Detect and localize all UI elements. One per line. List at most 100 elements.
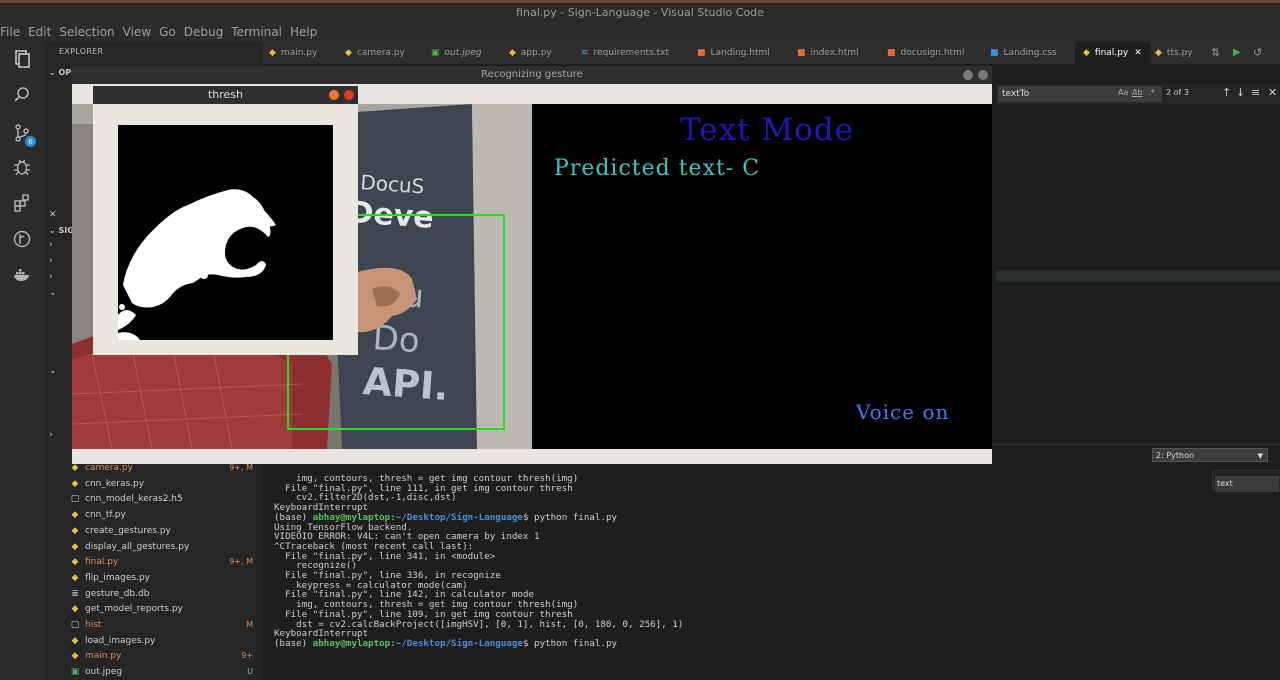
python-icon: ◆ — [71, 635, 79, 646]
debug-icon[interactable] — [11, 156, 33, 178]
terminal-output[interactable]: img, contours, thresh = get img contour … — [274, 474, 1194, 680]
menu-selection[interactable]: Selection — [55, 23, 118, 42]
terminal-line: (base) abhay@mylaptop:~/Desktop/Sign-Lan… — [274, 639, 1194, 649]
chevron-right-icon[interactable]: › — [49, 256, 53, 266]
thresh-window: thresh — [93, 86, 358, 355]
minimize-button[interactable] — [329, 90, 339, 100]
tab-main-py[interactable]: ◆ main.py — [269, 42, 317, 64]
tab-landing-html[interactable]: ■ Landing.html — [697, 42, 770, 64]
svg-text:DocuS: DocuS — [360, 170, 426, 198]
chevron-down-icon[interactable]: ⌄ — [49, 288, 57, 298]
file-item[interactable]: ◆ main.py 9+ — [45, 648, 263, 664]
file-item[interactable]: ◆ cnn_keras.py — [45, 476, 263, 492]
python-icon: ◆ — [509, 48, 516, 58]
git-history-icon[interactable] — [11, 228, 33, 250]
tab-label: tts.py — [1166, 48, 1193, 58]
python-icon: ◆ — [71, 510, 79, 521]
python-icon: ◆ — [71, 525, 79, 536]
file-status: M — [246, 620, 253, 629]
image-icon: ▣ — [70, 667, 80, 678]
python-icon: ◆ — [1155, 48, 1162, 58]
file-item[interactable]: ◆ create_gestures.py — [45, 523, 263, 539]
minimize-button[interactable] — [963, 70, 973, 80]
close-button[interactable] — [344, 90, 354, 100]
tab-index-html[interactable]: ■ index.html — [797, 42, 859, 64]
menu-view[interactable]: View — [119, 23, 155, 42]
chevron-right-icon[interactable]: › — [49, 240, 53, 250]
file-item[interactable]: ▣ out.jpeg U — [45, 664, 263, 680]
terminal-find-input[interactable] — [1215, 475, 1279, 492]
python-icon: ◆ — [71, 541, 79, 552]
file-item[interactable]: ◆ display_all_gestures.py — [45, 539, 263, 555]
terminal-line: (base) abhay@mylaptop:~/Desktop/Sign-Lan… — [274, 511, 1194, 523]
thresh-window-title: thresh — [93, 86, 358, 104]
menu-help[interactable]: Help — [286, 23, 321, 42]
find-in-selection-icon[interactable]: ≡ — [1251, 86, 1260, 99]
menu-go[interactable]: Go — [155, 23, 180, 42]
file-item[interactable]: ▢ hist M — [45, 617, 263, 633]
source-control-icon[interactable]: 6 — [11, 122, 36, 147]
python-icon: ◆ — [269, 48, 276, 58]
file-name: get_model_reports.py — [85, 604, 183, 615]
menu-terminal[interactable]: Terminal — [227, 23, 286, 42]
file-name: flip_images.py — [85, 572, 151, 583]
file-name: load_images.py — [85, 635, 156, 646]
docker-icon[interactable] — [11, 264, 33, 286]
close-icon[interactable]: ✕ — [1268, 86, 1277, 99]
match-case-toggle[interactable]: Aa — [1118, 88, 1128, 97]
tab-landing-css[interactable]: ■ Landing.css — [990, 42, 1057, 64]
terminal-selector[interactable]: 2: Python ▼ — [1152, 448, 1268, 462]
chevron-right-icon[interactable]: › — [49, 272, 53, 282]
tab-label: docusign.html — [900, 48, 965, 58]
git-compare-icon[interactable]: ↺ — [1253, 42, 1262, 64]
prompt-command: $ python final.py — [522, 511, 618, 523]
explorer-title: EXPLORER — [59, 47, 104, 56]
close-button[interactable] — [978, 70, 988, 80]
file-icon: ▢ — [70, 620, 80, 630]
chevron-down-icon: ⌄ — [49, 226, 56, 235]
file-item[interactable]: ≣ gesture_db.db — [45, 586, 263, 602]
close-icon[interactable]: ✕ — [1134, 42, 1142, 64]
tab-docusign-html[interactable]: ■ docusign.html — [887, 42, 964, 64]
files-icon[interactable] — [11, 48, 33, 70]
file-item[interactable]: ◆ cnn_tf.py — [45, 507, 263, 523]
file-item[interactable]: ◆ get_model_reports.py — [45, 601, 263, 617]
close-icon[interactable]: ✕ — [49, 210, 57, 220]
menu-edit[interactable]: Edit — [24, 23, 55, 42]
project-header[interactable]: ⌄ SIG — [49, 226, 74, 235]
database-icon: ≣ — [71, 588, 79, 599]
file-item[interactable]: ◆ flip_images.py — [45, 570, 263, 586]
compare-icon[interactable]: ⇅ — [1211, 42, 1220, 64]
chevron-right-icon[interactable]: › — [49, 430, 53, 440]
voice-status: Voice on — [856, 400, 950, 424]
activity-bar: 6 — [0, 42, 45, 680]
arrow-up-icon[interactable]: ↑ — [1222, 86, 1231, 99]
tab-final-py[interactable]: ◆ final.py ✕ — [1075, 42, 1150, 64]
regex-toggle[interactable]: .* — [1148, 88, 1155, 97]
chevron-down-icon[interactable]: ⌄ — [49, 366, 57, 376]
file-name: out.jpeg — [85, 667, 123, 678]
run-icon[interactable]: ▶ — [1233, 42, 1241, 64]
python-icon: ◆ — [1083, 48, 1090, 58]
tab-out-jpeg[interactable]: ▣ out.jpeg — [431, 42, 482, 64]
tab-tts-py[interactable]: ◆ tts.py — [1155, 42, 1193, 64]
tab-requirements-txt[interactable]: ≡ requirements.txt — [581, 42, 669, 64]
file-name: create_gestures.py — [85, 525, 171, 536]
current-line-highlight — [996, 270, 1280, 282]
menu-file[interactable]: File — [0, 23, 24, 42]
tab-app-py[interactable]: ◆ app.py — [509, 42, 552, 64]
menu-debug[interactable]: Debug — [180, 23, 227, 42]
prompt-prefix: (base) — [274, 637, 313, 649]
terminal-line: File "final.py", line 341, in <module> — [274, 550, 496, 562]
file-item[interactable]: ◆ final.py 9+, M — [45, 554, 263, 570]
file-item[interactable]: ▢ cnn_model_keras2.h5 — [45, 491, 263, 507]
tab-camera-py[interactable]: ◆ camera.py — [345, 42, 405, 64]
file-name: hist — [85, 620, 102, 630]
file-item[interactable]: ◆ load_images.py — [45, 633, 263, 649]
arrow-down-icon[interactable]: ↓ — [1236, 86, 1245, 99]
whole-word-toggle[interactable]: Ab — [1132, 88, 1143, 97]
mode-text: Text Mode — [679, 112, 854, 148]
tab-label: out.jpeg — [444, 48, 482, 58]
search-icon[interactable] — [11, 84, 33, 106]
extensions-icon[interactable] — [11, 192, 33, 214]
